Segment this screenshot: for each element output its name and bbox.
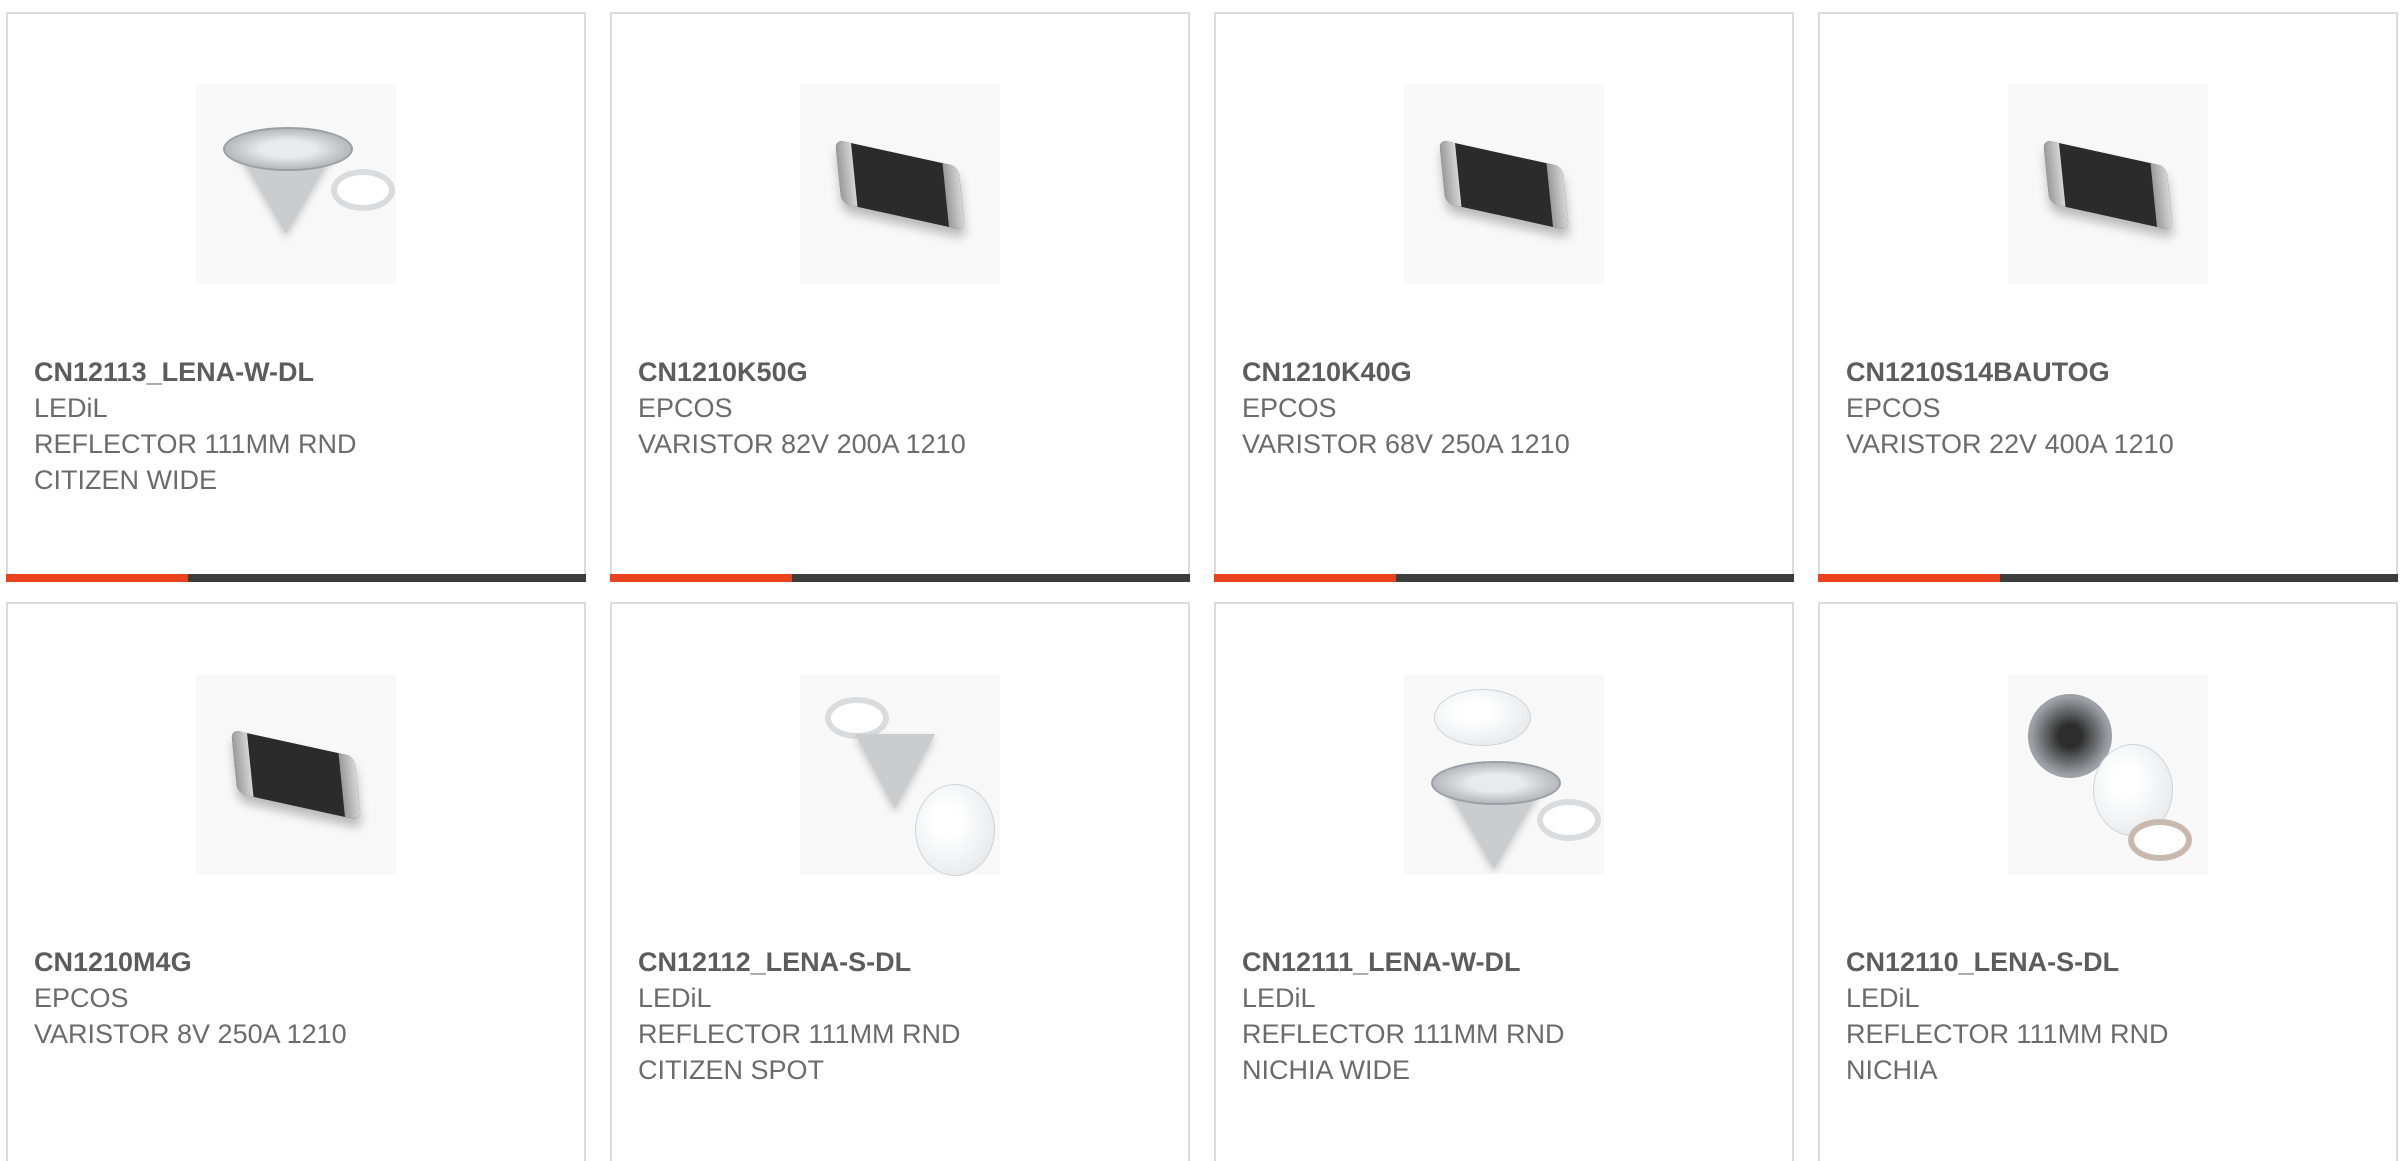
description: VARISTOR 82V 200A 1210 [638, 429, 966, 459]
reflector-image [196, 84, 396, 284]
manufacturer: EPCOS [1846, 393, 1941, 423]
card-footer-bar [1214, 574, 1794, 582]
card-footer-bar [610, 574, 1190, 582]
part-number[interactable]: CN12113_LENA-W-DL [34, 354, 564, 390]
part-number[interactable]: CN1210K40G [1242, 354, 1772, 390]
varistor-chip-image [800, 84, 1000, 284]
product-card[interactable]: CN1210K50G EPCOS VARISTOR 82V 200A 1210 [610, 12, 1190, 582]
varistor-chip-image [196, 674, 396, 874]
product-card[interactable]: CN12110_LENA-S-DL LEDiL REFLECTOR 111MM … [1818, 602, 2398, 1161]
reflector-image [2008, 674, 2208, 874]
description-line2: NICHIA [1846, 1055, 1938, 1085]
product-card[interactable]: CN1210M4G EPCOS VARISTOR 8V 250A 1210 [6, 602, 586, 1161]
card-footer-bar [1818, 574, 2398, 582]
manufacturer: LEDiL [1242, 983, 1316, 1013]
product-card[interactable]: CN12111_LENA-W-DL LEDiL REFLECTOR 111MM … [1214, 602, 1794, 1161]
part-number[interactable]: CN1210M4G [34, 944, 564, 980]
description: REFLECTOR 111MM RND [1846, 1019, 2169, 1049]
manufacturer: EPCOS [34, 983, 129, 1013]
product-card[interactable]: CN1210K40G EPCOS VARISTOR 68V 250A 1210 [1214, 12, 1794, 582]
description: VARISTOR 68V 250A 1210 [1242, 429, 1570, 459]
description: VARISTOR 22V 400A 1210 [1846, 429, 2174, 459]
part-number[interactable]: CN12112_LENA-S-DL [638, 944, 1168, 980]
part-number[interactable]: CN12110_LENA-S-DL [1846, 944, 2376, 980]
product-card[interactable]: CN12113_LENA-W-DL LEDiL REFLECTOR 111MM … [6, 12, 586, 582]
part-number[interactable]: CN12111_LENA-W-DL [1242, 944, 1772, 980]
part-number[interactable]: CN1210K50G [638, 354, 1168, 390]
varistor-chip-image [2008, 84, 2208, 284]
description: REFLECTOR 111MM RND [638, 1019, 961, 1049]
description-line2: CITIZEN SPOT [638, 1055, 825, 1085]
manufacturer: EPCOS [638, 393, 733, 423]
description: REFLECTOR 111MM RND [34, 429, 357, 459]
description: REFLECTOR 111MM RND [1242, 1019, 1565, 1049]
part-number[interactable]: CN1210S14BAUTOG [1846, 354, 2376, 390]
product-grid: CN12113_LENA-W-DL LEDiL REFLECTOR 111MM … [0, 0, 2400, 1161]
card-footer-bar [6, 574, 586, 582]
product-card[interactable]: CN12112_LENA-S-DL LEDiL REFLECTOR 111MM … [610, 602, 1190, 1161]
reflector-image [800, 674, 1000, 876]
description-line2: CITIZEN WIDE [34, 465, 217, 495]
description: VARISTOR 8V 250A 1210 [34, 1019, 347, 1049]
varistor-chip-image [1404, 84, 1604, 284]
reflector-image [1404, 674, 1604, 874]
description-line2: NICHIA WIDE [1242, 1055, 1411, 1085]
manufacturer: LEDiL [638, 983, 712, 1013]
manufacturer: LEDiL [34, 393, 108, 423]
manufacturer: EPCOS [1242, 393, 1337, 423]
product-card[interactable]: CN1210S14BAUTOG EPCOS VARISTOR 22V 400A … [1818, 12, 2398, 582]
manufacturer: LEDiL [1846, 983, 1920, 1013]
